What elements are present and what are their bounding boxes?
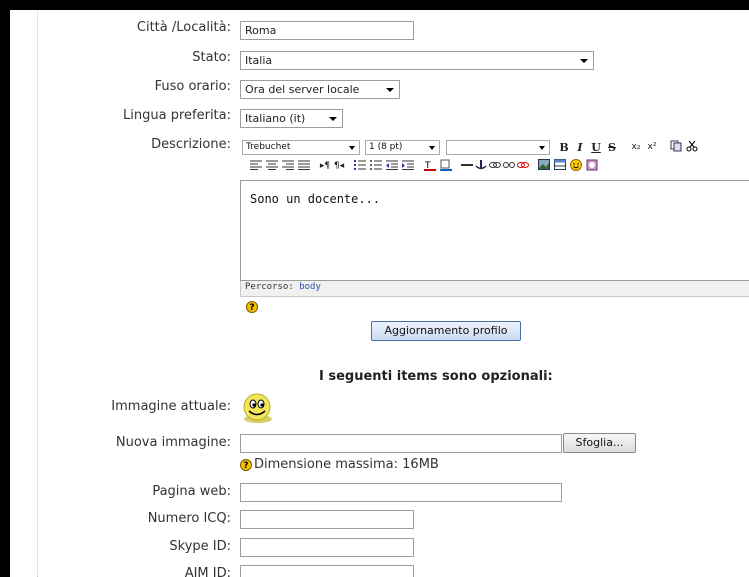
chevron-down-icon [539, 146, 545, 150]
optional-heading: I seguenti items sono opzionali: [319, 369, 553, 384]
webpage-label: Pagina web: [152, 484, 231, 499]
chevron-down-icon [429, 146, 435, 150]
strikethrough-button[interactable]: S [604, 141, 620, 154]
max-size-note: ? Dimensione massima: 16MB [240, 457, 439, 472]
country-select[interactable]: Italia [240, 51, 594, 70]
smiley-avatar-icon [238, 391, 276, 425]
font-size-select[interactable]: 1 (8 pt) [365, 140, 440, 155]
smiley-icon[interactable] [568, 158, 584, 174]
path-value[interactable]: body [299, 282, 321, 292]
font-size-value: 1 (8 pt) [369, 142, 403, 152]
ltr-icon[interactable]: ▸¶ [318, 161, 332, 171]
text-color-icon[interactable]: T [422, 159, 438, 174]
outdent-icon[interactable] [384, 160, 400, 173]
icq-input[interactable] [240, 510, 414, 529]
chevron-down-icon [580, 59, 588, 63]
chevron-down-icon [329, 117, 337, 121]
nolink-icon[interactable] [516, 160, 530, 173]
unlink-icon[interactable] [502, 160, 516, 173]
new-image-label: Nuova immagine: [115, 435, 231, 450]
skype-label: Skype ID: [169, 539, 231, 554]
justify-icon[interactable] [296, 160, 312, 173]
icq-label: Numero ICQ: [147, 511, 231, 526]
superscript-button[interactable]: x² [644, 142, 660, 152]
city-input[interactable]: Roma [240, 21, 414, 40]
format-select[interactable] [446, 140, 550, 155]
current-image-label: Immagine attuale: [111, 399, 231, 414]
city-label: Città /Località: [136, 20, 231, 35]
spellcheck-icon[interactable] [584, 159, 600, 174]
timezone-select[interactable]: Ora del server locale [240, 80, 400, 99]
new-image-input[interactable] [240, 434, 562, 453]
bg-color-icon[interactable] [438, 159, 454, 174]
align-center-icon[interactable] [264, 160, 280, 173]
font-family-select[interactable]: Trebuchet [242, 140, 360, 155]
chevron-down-icon [349, 146, 355, 150]
help-icon[interactable]: ? [246, 301, 258, 313]
aim-label: AIM ID: [184, 566, 231, 577]
font-family-value: Trebuchet [246, 142, 291, 152]
browse-button[interactable]: Sfoglia... [563, 433, 636, 453]
help-icon[interactable]: ? [240, 458, 252, 471]
country-label: Stato: [192, 50, 231, 65]
path-label: Percorso: [245, 282, 294, 292]
underline-button[interactable]: U [588, 141, 604, 154]
link-icon[interactable] [488, 160, 502, 173]
description-label: Descrizione: [151, 137, 231, 152]
language-select-value: Italiano (it) [245, 112, 306, 125]
language-label: Lingua preferita: [123, 108, 231, 123]
table-icon[interactable] [552, 159, 568, 173]
bold-button[interactable]: B [556, 141, 572, 154]
update-profile-button[interactable]: Aggiornamento profilo [371, 321, 521, 341]
subscript-button[interactable]: x₂ [628, 142, 644, 152]
copy-icon[interactable] [668, 140, 684, 155]
indent-icon[interactable] [400, 160, 416, 173]
align-right-icon[interactable] [280, 160, 296, 173]
timezone-label: Fuso orario: [154, 79, 231, 94]
editor-statusbar: Percorso: body [240, 281, 749, 297]
hr-icon[interactable] [460, 160, 474, 173]
editor-toolbar-row1: B I U S x₂ x² [556, 139, 700, 155]
skype-input[interactable] [240, 538, 414, 557]
italic-button[interactable]: I [572, 141, 588, 154]
country-select-value: Italia [245, 54, 273, 67]
page-border-guide [37, 10, 38, 577]
description-editor[interactable]: Sono un docente... [240, 180, 749, 281]
align-left-icon[interactable] [248, 160, 264, 173]
ordered-list-icon[interactable] [352, 159, 368, 173]
image-icon[interactable] [536, 159, 552, 173]
chevron-down-icon [386, 88, 394, 92]
language-select[interactable]: Italiano (it) [240, 109, 343, 128]
webpage-input[interactable] [240, 483, 562, 502]
editor-toolbar-row2: ▸¶ ¶◂ T [248, 158, 600, 174]
timezone-select-value: Ora del server locale [245, 83, 360, 96]
cut-icon[interactable] [684, 140, 700, 155]
aim-input[interactable] [240, 565, 414, 577]
unordered-list-icon[interactable] [368, 159, 384, 173]
anchor-icon[interactable] [474, 159, 488, 174]
rtl-icon[interactable]: ¶◂ [332, 161, 346, 171]
max-size-text: Dimensione massima: 16MB [254, 457, 439, 472]
editor-content: Sono un docente... [250, 192, 381, 206]
profile-form-page: Città /Località: Roma Stato: Italia Fuso… [10, 10, 749, 577]
